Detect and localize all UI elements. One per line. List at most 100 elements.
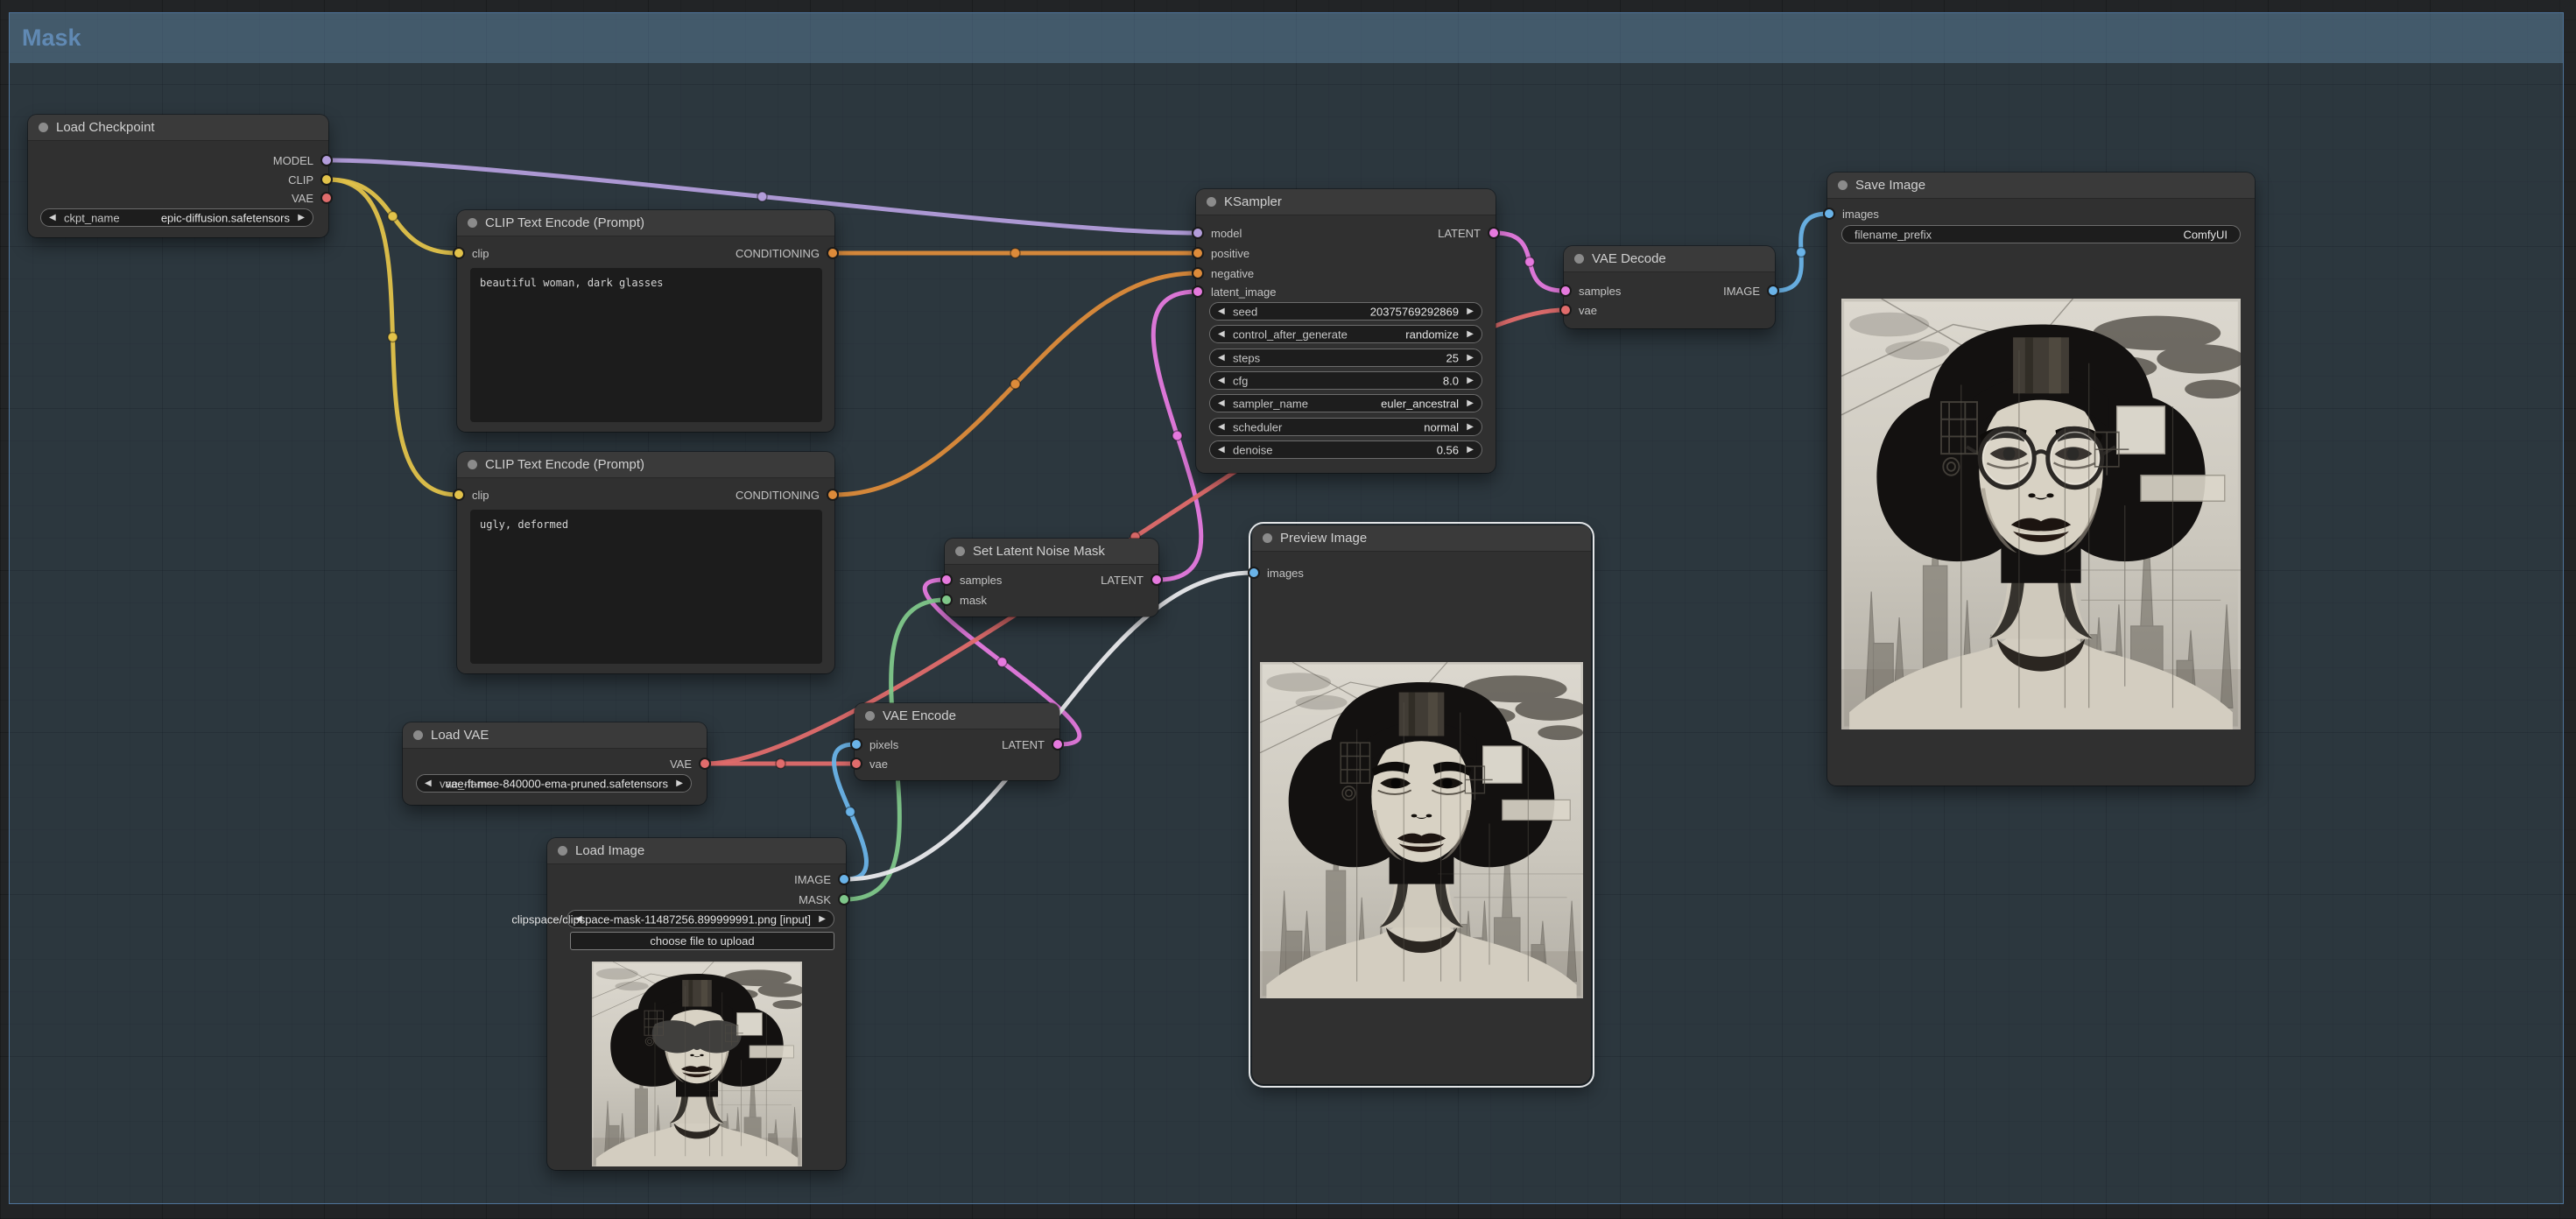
- positive-input-port[interactable]: [1192, 247, 1204, 259]
- input-slot-mask[interactable]: mask: [940, 594, 987, 606]
- arrow-right-icon[interactable]: ▶: [1467, 330, 1474, 339]
- scheduler-widget[interactable]: ◀ scheduler normal ▶: [1209, 418, 1482, 436]
- input-slot-images[interactable]: images: [1248, 567, 1304, 579]
- node-load-image[interactable]: Load Image IMAGE MASK ◀ clipspace/clipsp…: [547, 838, 846, 1170]
- arrow-right-icon[interactable]: ▶: [1467, 354, 1474, 363]
- latent-output-port[interactable]: [1488, 227, 1500, 239]
- control-after-generate-widget[interactable]: ◀ control_after_generate randomize ▶: [1209, 325, 1482, 343]
- input-slot-clip[interactable]: clip: [453, 489, 489, 501]
- arrow-left-icon[interactable]: ◀: [425, 779, 432, 788]
- latent-image-input-port[interactable]: [1192, 285, 1204, 298]
- clip-output-port[interactable]: [320, 173, 333, 186]
- node-set-latent-noise-mask[interactable]: Set Latent Noise Mask samples mask LATEN…: [945, 539, 1158, 617]
- filename-prefix-widget[interactable]: filename_prefix ComfyUI: [1841, 225, 2241, 243]
- vae-input-port[interactable]: [850, 757, 862, 770]
- arrow-right-icon[interactable]: ▶: [1467, 307, 1474, 316]
- input-slot-vae[interactable]: vae: [850, 757, 888, 770]
- model-input-port[interactable]: [1192, 227, 1204, 239]
- mask-output-port[interactable]: [838, 893, 850, 905]
- input-slot-pixels[interactable]: pixels: [850, 738, 898, 750]
- denoise-widget[interactable]: ◀ denoise 0.56 ▶: [1209, 440, 1482, 459]
- images-input-port[interactable]: [1248, 567, 1260, 579]
- arrow-right-icon[interactable]: ▶: [1467, 423, 1474, 432]
- output-slot-latent[interactable]: LATENT: [1438, 227, 1500, 239]
- node-header[interactable]: CLIP Text Encode (Prompt): [457, 210, 834, 236]
- input-slot-model[interactable]: model: [1192, 227, 1242, 239]
- images-input-port[interactable]: [1823, 208, 1835, 220]
- output-slot-conditioning[interactable]: CONDITIONING: [735, 489, 839, 501]
- node-header[interactable]: VAE Decode: [1564, 246, 1775, 272]
- output-slot-latent[interactable]: LATENT: [1101, 574, 1163, 586]
- image-output-port[interactable]: [838, 873, 850, 885]
- node-save-image[interactable]: Save Image images filename_prefix ComfyU…: [1827, 173, 2255, 786]
- node-header[interactable]: VAE Encode: [855, 703, 1059, 729]
- input-slot-latent-image[interactable]: latent_image: [1192, 285, 1276, 298]
- group-mask-header[interactable]: Mask: [10, 13, 2563, 63]
- output-slot-conditioning[interactable]: CONDITIONING: [735, 247, 839, 259]
- input-slot-images[interactable]: images: [1823, 208, 1879, 220]
- arrow-right-icon[interactable]: ▶: [1467, 446, 1474, 454]
- vae-name-widget[interactable]: ◀ vae_name vae-ft-mse-840000-ema-pruned.…: [416, 774, 692, 793]
- node-clip-text-encode-positive[interactable]: CLIP Text Encode (Prompt) clip CONDITION…: [457, 210, 834, 432]
- output-slot-vae[interactable]: VAE: [292, 192, 333, 204]
- output-slot-model[interactable]: MODEL: [273, 154, 333, 166]
- node-preview-image[interactable]: Preview Image images: [1252, 525, 1591, 1084]
- input-slot-samples[interactable]: samples: [940, 574, 1002, 586]
- input-slot-vae[interactable]: vae: [1559, 304, 1597, 316]
- input-slot-negative[interactable]: negative: [1192, 267, 1254, 279]
- node-header[interactable]: CLIP Text Encode (Prompt): [457, 452, 834, 478]
- conditioning-output-port[interactable]: [827, 489, 839, 501]
- vae-output-port[interactable]: [320, 192, 333, 204]
- node-ksampler[interactable]: KSampler model positive negative latent_…: [1196, 189, 1496, 473]
- node-header[interactable]: Load Image: [547, 838, 846, 864]
- node-clip-text-encode-negative[interactable]: CLIP Text Encode (Prompt) clip CONDITION…: [457, 452, 834, 673]
- conditioning-output-port[interactable]: [827, 247, 839, 259]
- output-slot-clip[interactable]: CLIP: [288, 173, 333, 186]
- latent-output-port[interactable]: [1052, 738, 1064, 750]
- arrow-left-icon[interactable]: ◀: [1218, 399, 1225, 408]
- input-slot-clip[interactable]: clip: [453, 247, 489, 259]
- arrow-left-icon[interactable]: ◀: [1218, 423, 1225, 432]
- node-header[interactable]: Preview Image: [1252, 525, 1591, 552]
- samples-input-port[interactable]: [940, 574, 953, 586]
- node-load-checkpoint-header[interactable]: Load Checkpoint: [28, 115, 328, 141]
- pixels-input-port[interactable]: [850, 738, 862, 750]
- arrow-left-icon[interactable]: ◀: [1218, 330, 1225, 339]
- arrow-right-icon[interactable]: ▶: [1467, 377, 1474, 385]
- image-output-port[interactable]: [1767, 285, 1779, 297]
- negative-input-port[interactable]: [1192, 267, 1204, 279]
- arrow-left-icon[interactable]: ◀: [1218, 377, 1225, 385]
- arrow-right-icon[interactable]: ▶: [1467, 399, 1474, 408]
- latent-output-port[interactable]: [1151, 574, 1163, 586]
- model-output-port[interactable]: [320, 154, 333, 166]
- output-slot-latent[interactable]: LATENT: [1002, 738, 1064, 750]
- choose-file-button[interactable]: choose file to upload: [570, 932, 834, 950]
- image-filename-widget[interactable]: ◀ clipspace/clipspace-mask-11487256.8999…: [567, 910, 834, 928]
- cfg-widget[interactable]: ◀ cfg 8.0 ▶: [1209, 371, 1482, 390]
- output-slot-vae[interactable]: VAE: [670, 757, 711, 770]
- node-header[interactable]: Set Latent Noise Mask: [945, 539, 1158, 565]
- output-slot-image[interactable]: IMAGE: [1723, 285, 1779, 297]
- arrow-right-icon[interactable]: ▶: [676, 779, 683, 788]
- node-vae-encode[interactable]: VAE Encode pixels vae LATENT: [855, 703, 1059, 780]
- node-load-checkpoint[interactable]: Load Checkpoint MODEL CLIP VAE ◀ ckpt_na…: [28, 115, 328, 237]
- arrow-left-icon[interactable]: ◀: [1218, 446, 1225, 454]
- negative-prompt-textarea[interactable]: ugly, deformed: [470, 510, 822, 664]
- mask-input-port[interactable]: [940, 594, 953, 606]
- vae-input-port[interactable]: [1559, 304, 1572, 316]
- output-slot-mask[interactable]: MASK: [799, 893, 850, 905]
- clip-input-port[interactable]: [453, 489, 465, 501]
- positive-prompt-textarea[interactable]: beautiful woman, dark glasses: [470, 268, 822, 422]
- ckpt-name-widget[interactable]: ◀ ckpt_name epic-diffusion.safetensors ▶: [40, 208, 313, 227]
- vae-output-port[interactable]: [699, 757, 711, 770]
- steps-widget[interactable]: ◀ steps 25 ▶: [1209, 349, 1482, 367]
- node-header[interactable]: Save Image: [1827, 173, 2255, 199]
- arrow-left-icon[interactable]: ◀: [1218, 354, 1225, 363]
- clip-input-port[interactable]: [453, 247, 465, 259]
- seed-widget[interactable]: ◀ seed 20375769292869 ▶: [1209, 302, 1482, 321]
- output-slot-image[interactable]: IMAGE: [794, 873, 850, 885]
- arrow-right-icon[interactable]: ▶: [819, 915, 826, 924]
- samples-input-port[interactable]: [1559, 285, 1572, 297]
- node-vae-decode[interactable]: VAE Decode samples vae IMAGE: [1564, 246, 1775, 328]
- node-header[interactable]: KSampler: [1196, 189, 1496, 215]
